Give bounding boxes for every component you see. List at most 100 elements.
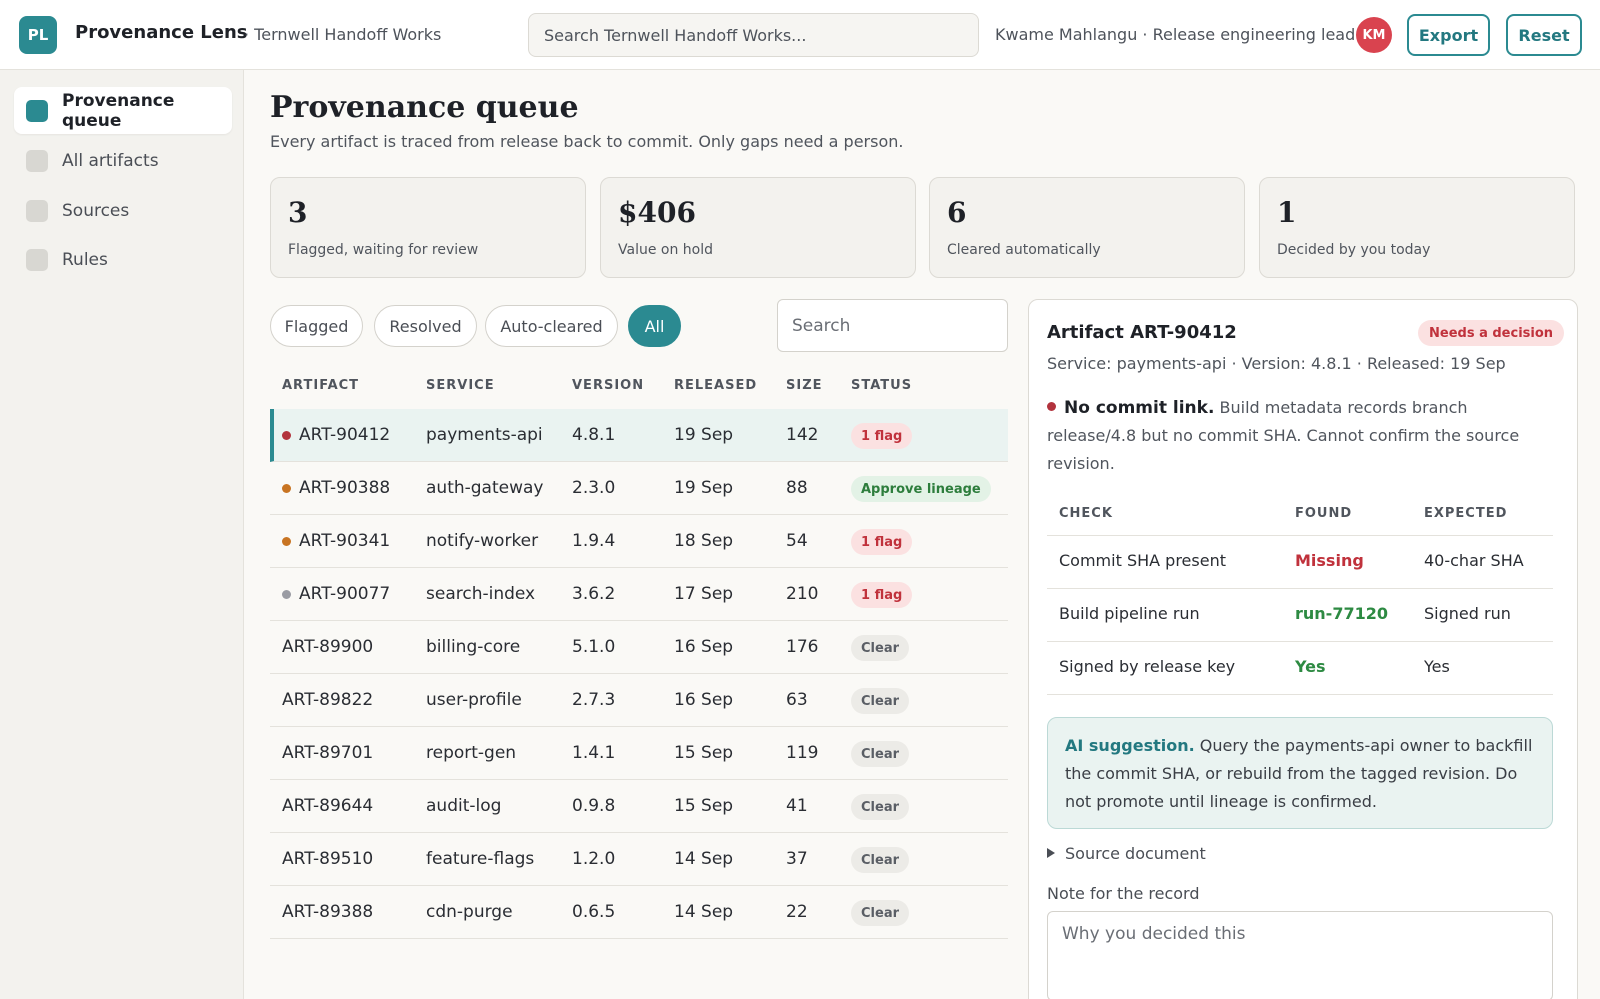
check-expected: 40-char SHA	[1424, 551, 1524, 570]
cell-size: 119	[786, 743, 819, 763]
stat-label: Cleared automatically	[947, 242, 1101, 258]
table-row[interactable]: ART-90388 auth-gateway 2.3.0 19 Sep 88 Approv…	[270, 462, 1008, 515]
sidebar-item-label: All artifacts	[62, 150, 159, 171]
column-header-size[interactable]: SIZE	[786, 378, 823, 393]
severity-dot-icon	[282, 484, 291, 493]
sidebar-item-sources[interactable]: Sources	[14, 187, 232, 234]
cell-version: 5.1.0	[572, 637, 616, 657]
page-subtitle: Every artifact is traced from release ba…	[270, 132, 904, 151]
table-row[interactable]: ART-89510 feature-flags 1.2.0 14 Sep 37 Clear	[270, 833, 1008, 886]
column-header-released[interactable]: RELEASED	[674, 378, 757, 393]
table-row[interactable]: ART-89900 billing-core 5.1.0 16 Sep 176 Clear	[270, 621, 1008, 674]
cell-version: 1.9.4	[572, 531, 616, 551]
cell-service: notify-worker	[426, 531, 539, 551]
cell-artifact: ART-89900	[282, 637, 374, 657]
filter-chip-auto-cleared[interactable]: Auto-cleared	[485, 305, 618, 347]
check-found: Missing	[1295, 551, 1364, 570]
status-badge: Clear	[851, 847, 909, 873]
status-badge: Clear	[851, 741, 909, 767]
ai-suggestion-title: AI suggestion.	[1065, 736, 1195, 755]
global-search-input[interactable]	[528, 13, 979, 57]
cell-service: payments-api	[426, 425, 543, 445]
source-document-toggle[interactable]: Source document	[1047, 844, 1206, 863]
user-info: Kwame Mahlangu · Release engineering lea…	[995, 25, 1356, 44]
status-badge: Clear	[851, 635, 909, 661]
severity-dot-icon	[282, 431, 291, 440]
stat-card-cleared: 6 Cleared automatically	[929, 177, 1245, 278]
filter-chip-resolved[interactable]: Resolved	[374, 305, 477, 347]
cell-released: 14 Sep	[674, 849, 734, 869]
filter-chip-flagged[interactable]: Flagged	[270, 305, 363, 347]
sidebar-item-all-artifacts[interactable]: All artifacts	[14, 137, 232, 184]
reset-button[interactable]: Reset	[1506, 14, 1582, 56]
cell-released: 19 Sep	[674, 478, 734, 498]
artifact-meta: Service: payments-api · Version: 4.8.1 ·…	[1047, 354, 1506, 373]
cell-version: 1.4.1	[572, 743, 616, 763]
table-row[interactable]: ART-90341 notify-worker 1.9.4 18 Sep 54 1 fla…	[270, 515, 1008, 568]
column-header-status[interactable]: STATUS	[851, 378, 912, 393]
cell-size: 142	[786, 425, 819, 445]
check-expected: Yes	[1424, 657, 1450, 676]
sidebar: Provenance queue All artifacts Sources R…	[0, 70, 244, 999]
note-label: Note for the record	[1047, 884, 1200, 903]
status-badge: Approve lineage	[851, 476, 991, 502]
check-row: Signed by release key Yes Yes	[1047, 642, 1553, 695]
table-row[interactable]: ART-89388 cdn-purge 0.6.5 14 Sep 22 Clear	[270, 886, 1008, 939]
cell-released: 18 Sep	[674, 531, 734, 551]
cell-version: 0.9.8	[572, 796, 616, 816]
nav-icon	[26, 248, 48, 271]
column-header-artifact[interactable]: ARTIFACT	[282, 378, 359, 393]
severity-dot-icon	[282, 537, 291, 546]
cell-service: auth-gateway	[426, 478, 544, 498]
column-header-expected: EXPECTED	[1424, 506, 1508, 521]
table-row[interactable]: ART-90412 payments-api 4.8.1 19 Sep 142 1 fla…	[270, 409, 1008, 462]
nav-icon	[26, 99, 48, 122]
note-textarea[interactable]	[1047, 911, 1553, 999]
cell-released: 19 Sep	[674, 425, 734, 445]
cell-version: 2.7.3	[572, 690, 616, 710]
page-title: Provenance queue	[270, 90, 579, 125]
sidebar-item-provenance-queue[interactable]: Provenance queue	[14, 87, 232, 134]
status-badge: 1 flag	[851, 423, 913, 449]
cell-size: 41	[786, 796, 808, 816]
detail-panel: Artifact ART-90412 Needs a decision Serv…	[1028, 299, 1578, 999]
stat-card-decided: 1 Decided by you today	[1259, 177, 1575, 278]
column-header-service[interactable]: SERVICE	[426, 378, 495, 393]
avatar[interactable]: KM	[1356, 17, 1392, 53]
disclosure-triangle-icon	[1047, 848, 1055, 858]
column-header-check: CHECK	[1059, 506, 1113, 521]
check-name: Build pipeline run	[1059, 604, 1200, 623]
queue-search-input[interactable]	[777, 299, 1008, 352]
app-logo: PL	[19, 16, 57, 54]
cell-released: 14 Sep	[674, 902, 734, 922]
sidebar-item-rules[interactable]: Rules	[14, 236, 232, 283]
stat-label: Flagged, waiting for review	[288, 242, 479, 258]
cell-artifact: ART-89510	[282, 849, 374, 869]
column-header-version[interactable]: VERSION	[572, 378, 644, 393]
stat-value: 1	[1277, 196, 1297, 229]
export-button[interactable]: Export	[1407, 14, 1490, 56]
column-header-found: FOUND	[1295, 506, 1353, 521]
status-badge: 1 flag	[851, 582, 913, 608]
cell-released: 16 Sep	[674, 690, 734, 710]
stat-value: 6	[947, 196, 967, 229]
cell-version: 1.2.0	[572, 849, 616, 869]
cell-service: billing-core	[426, 637, 521, 657]
sidebar-item-label: Sources	[62, 200, 130, 221]
cell-service: feature-flags	[426, 849, 535, 869]
filter-chip-all[interactable]: All	[628, 305, 681, 347]
table-row[interactable]: ART-89701 report-gen 1.4.1 15 Sep 119 Clear	[270, 727, 1008, 780]
cell-artifact: ART-90077	[299, 584, 391, 604]
cell-size: 176	[786, 637, 819, 657]
cell-size: 37	[786, 849, 808, 869]
table-row[interactable]: ART-90077 search-index 3.6.2 17 Sep 210 1 fla…	[270, 568, 1008, 621]
cell-released: 16 Sep	[674, 637, 734, 657]
cell-size: 54	[786, 531, 808, 551]
cell-artifact: ART-90341	[299, 531, 391, 551]
table-row[interactable]: ART-89822 user-profile 2.7.3 16 Sep 63 Clear	[270, 674, 1008, 727]
source-document-label: Source document	[1065, 844, 1206, 863]
check-name: Commit SHA present	[1059, 551, 1226, 570]
table-row[interactable]: ART-89644 audit-log 0.9.8 15 Sep 41 Clear	[270, 780, 1008, 833]
cell-size: 210	[786, 584, 819, 604]
nav-icon	[26, 199, 48, 222]
